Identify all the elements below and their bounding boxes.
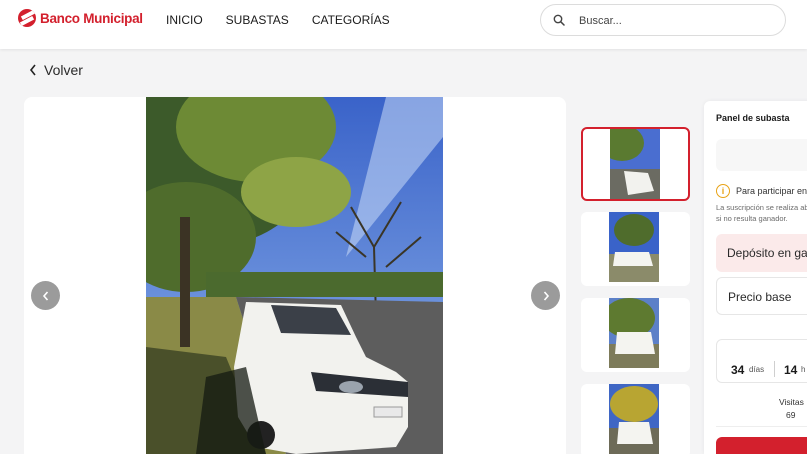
panel-summary-box: 2 bbox=[716, 139, 807, 171]
carousel-next-button[interactable] bbox=[531, 281, 560, 310]
thumbnail-image bbox=[610, 129, 660, 199]
subscription-note-line1: La suscripción se realiza ab bbox=[716, 203, 807, 212]
nav-item-subastas[interactable]: SUBASTAS bbox=[226, 13, 289, 27]
back-label: Volver bbox=[44, 62, 83, 78]
thumbnail-3[interactable] bbox=[581, 298, 690, 372]
deposit-box: Depósito en gar bbox=[716, 234, 807, 272]
brand-name: Banco Municipal bbox=[40, 10, 143, 26]
countdown-days-label: días bbox=[749, 365, 765, 374]
visits-label: Visitas bbox=[779, 397, 804, 407]
countdown-hours-label: h bbox=[801, 365, 806, 374]
participation-info-text: Para participar en e bbox=[736, 186, 807, 196]
base-price-label: Precio base bbox=[728, 290, 792, 304]
base-price-box: Precio base bbox=[716, 277, 807, 315]
search-input[interactable] bbox=[579, 12, 775, 30]
search-box[interactable] bbox=[540, 4, 786, 36]
thumbnail-image bbox=[609, 384, 659, 454]
auction-panel: Panel de subasta 2 i Para participar en … bbox=[704, 101, 807, 454]
countdown-days-value: 34 bbox=[731, 363, 745, 377]
photo-gallery bbox=[24, 97, 566, 454]
panel-action-button[interactable] bbox=[716, 437, 807, 454]
chevron-right-icon bbox=[543, 290, 549, 301]
main-photo[interactable] bbox=[146, 97, 443, 454]
thumbnail-2[interactable] bbox=[581, 212, 690, 286]
visits-count: 69 bbox=[786, 410, 796, 420]
countdown-hours-value: 14 bbox=[784, 363, 798, 377]
chevron-left-icon bbox=[42, 290, 48, 301]
carousel-prev-button[interactable] bbox=[31, 281, 60, 310]
thumbnail-1[interactable] bbox=[581, 127, 690, 201]
subscription-note-line2: si no resulta ganador. bbox=[716, 214, 788, 223]
brand-logo[interactable]: Banco Municipal bbox=[18, 9, 143, 27]
subscription-note: La suscripción se realiza ab si no resul… bbox=[716, 202, 807, 224]
nav-item-inicio[interactable]: INICIO bbox=[166, 13, 203, 27]
countdown-timer: 34 días 14 h bbox=[716, 339, 807, 383]
thumbnail-image bbox=[609, 212, 659, 282]
main-nav: INICIO SUBASTAS CATEGORÍAS bbox=[166, 13, 413, 27]
search-icon bbox=[553, 14, 565, 26]
chevron-left-icon bbox=[29, 64, 36, 76]
participation-info: i Para participar en e bbox=[716, 184, 807, 198]
thumbnail-4[interactable] bbox=[581, 384, 690, 454]
visits-stat: Visitas 69 bbox=[716, 393, 807, 427]
deposit-label: Depósito en gar bbox=[727, 246, 807, 260]
countdown-divider bbox=[774, 361, 775, 377]
back-link[interactable]: Volver bbox=[28, 62, 83, 78]
panel-title: Panel de subasta bbox=[716, 113, 790, 123]
info-icon: i bbox=[716, 184, 730, 198]
top-header: Banco Municipal INICIO SUBASTAS CATEGORÍ… bbox=[0, 0, 807, 49]
brand-logo-mark bbox=[18, 9, 36, 27]
nav-item-categorias[interactable]: CATEGORÍAS bbox=[312, 13, 390, 27]
vehicle-photo bbox=[146, 97, 443, 454]
thumbnail-image bbox=[609, 298, 659, 368]
